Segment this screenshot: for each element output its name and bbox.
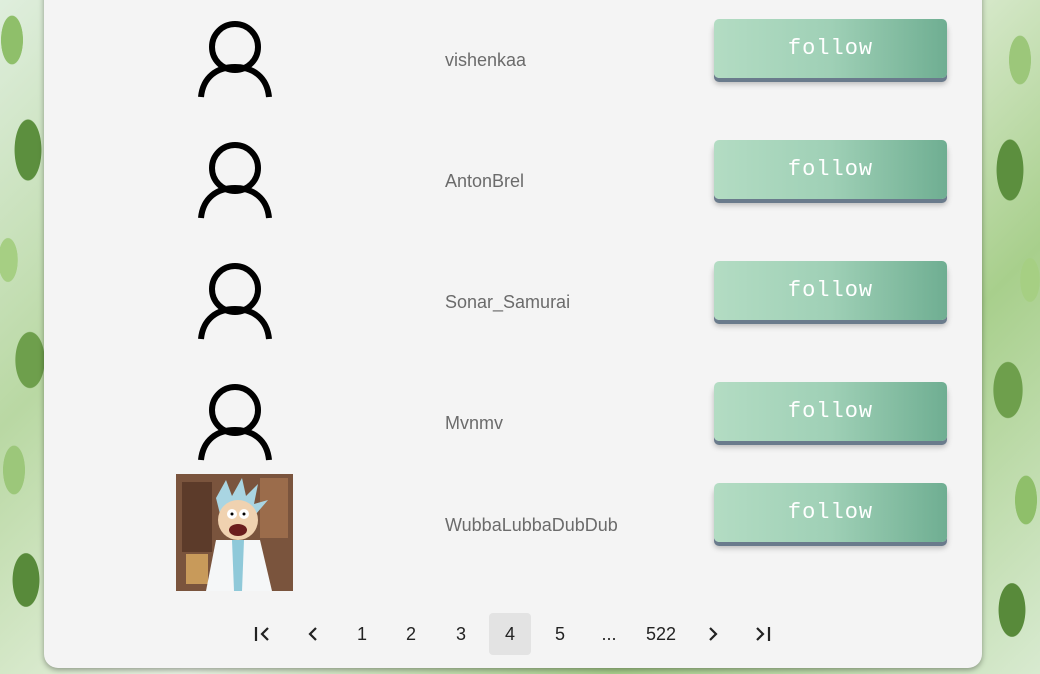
page-5[interactable]: 5	[539, 613, 581, 655]
user-row: vishenkaa follow	[44, 0, 982, 121]
default-user-icon[interactable]	[176, 363, 293, 480]
default-user-icon[interactable]	[176, 242, 293, 359]
username[interactable]: Mvnmv	[445, 413, 503, 434]
user-row: Mvnmv follow	[44, 363, 982, 484]
user-row: WubbaLubbaDubDub follow	[44, 474, 982, 595]
user-row: AntonBrel follow	[44, 121, 982, 242]
username[interactable]: vishenkaa	[445, 50, 526, 71]
default-user-icon[interactable]	[176, 121, 293, 238]
follow-button[interactable]: follow	[714, 483, 947, 542]
page-3[interactable]: 3	[440, 613, 482, 655]
pagination-ellipsis: ...	[601, 623, 617, 644]
username[interactable]: AntonBrel	[445, 171, 524, 192]
pagination: 1 2 3 4 5 ... 522	[44, 613, 982, 655]
users-panel: vishenkaa follow AntonBrel follow Sonar_…	[44, 0, 982, 668]
username[interactable]: Sonar_Samurai	[445, 292, 570, 313]
last-page-icon[interactable]	[741, 613, 783, 655]
rick-avatar-image	[176, 474, 293, 591]
user-row: Sonar_Samurai follow	[44, 242, 982, 363]
username[interactable]: WubbaLubbaDubDub	[445, 515, 618, 536]
follow-button[interactable]: follow	[714, 140, 947, 199]
page-2[interactable]: 2	[390, 613, 432, 655]
follow-button[interactable]: follow	[714, 382, 947, 441]
first-page-icon[interactable]	[242, 613, 284, 655]
chevron-right-icon[interactable]	[692, 613, 734, 655]
follow-button[interactable]: follow	[714, 19, 947, 78]
default-user-icon[interactable]	[176, 0, 293, 117]
page-last-number[interactable]: 522	[640, 613, 682, 655]
page-1[interactable]: 1	[341, 613, 383, 655]
chevron-left-icon[interactable]	[292, 613, 334, 655]
follow-button[interactable]: follow	[714, 261, 947, 320]
rick-photo[interactable]	[176, 474, 293, 591]
page-4-current[interactable]: 4	[489, 613, 531, 655]
